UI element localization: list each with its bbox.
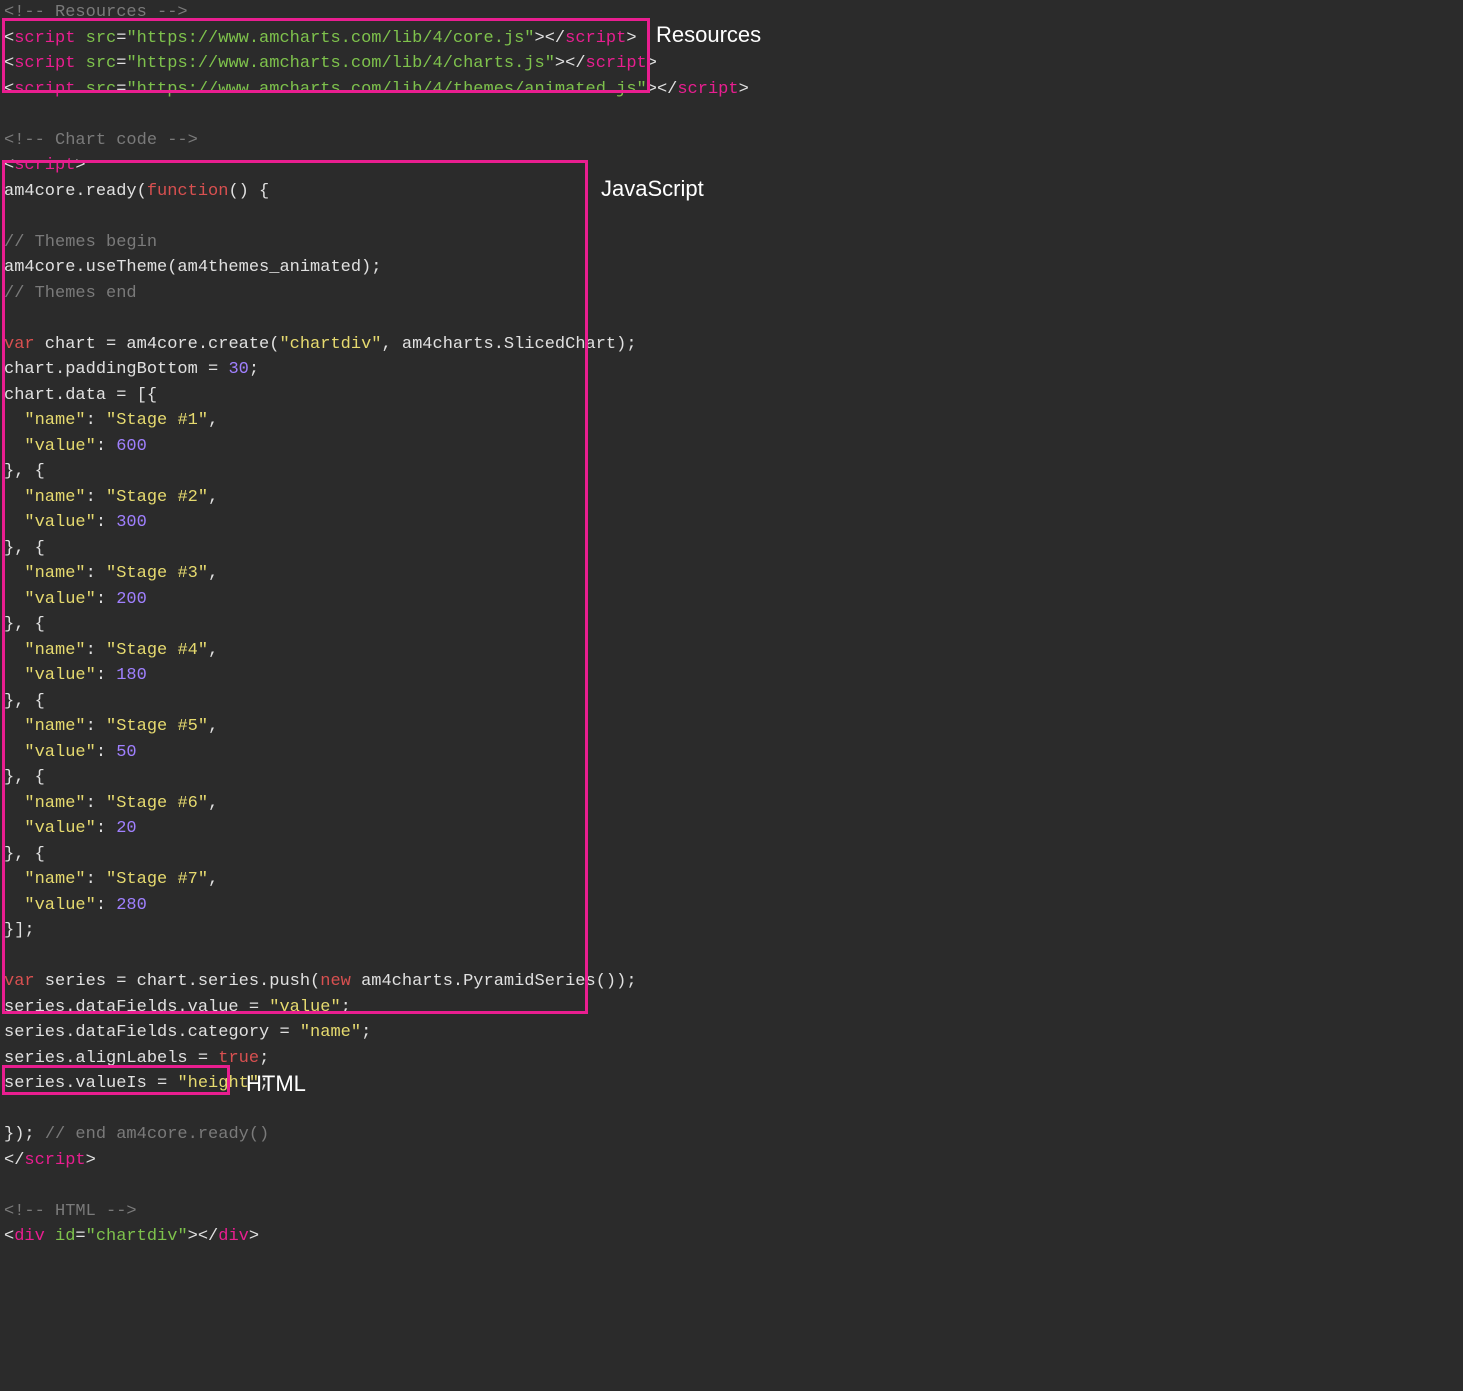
label-javascript: JavaScript	[601, 172, 704, 205]
label-resources: Resources	[656, 18, 761, 51]
highlight-box-resources	[2, 18, 650, 93]
label-html: HTML	[246, 1067, 306, 1100]
comment-chartcode: <!-- Chart code -->	[4, 131, 198, 150]
comment-html: <!-- HTML -->	[4, 1202, 137, 1221]
highlight-box-javascript	[2, 160, 588, 1014]
highlight-box-html	[2, 1065, 230, 1095]
